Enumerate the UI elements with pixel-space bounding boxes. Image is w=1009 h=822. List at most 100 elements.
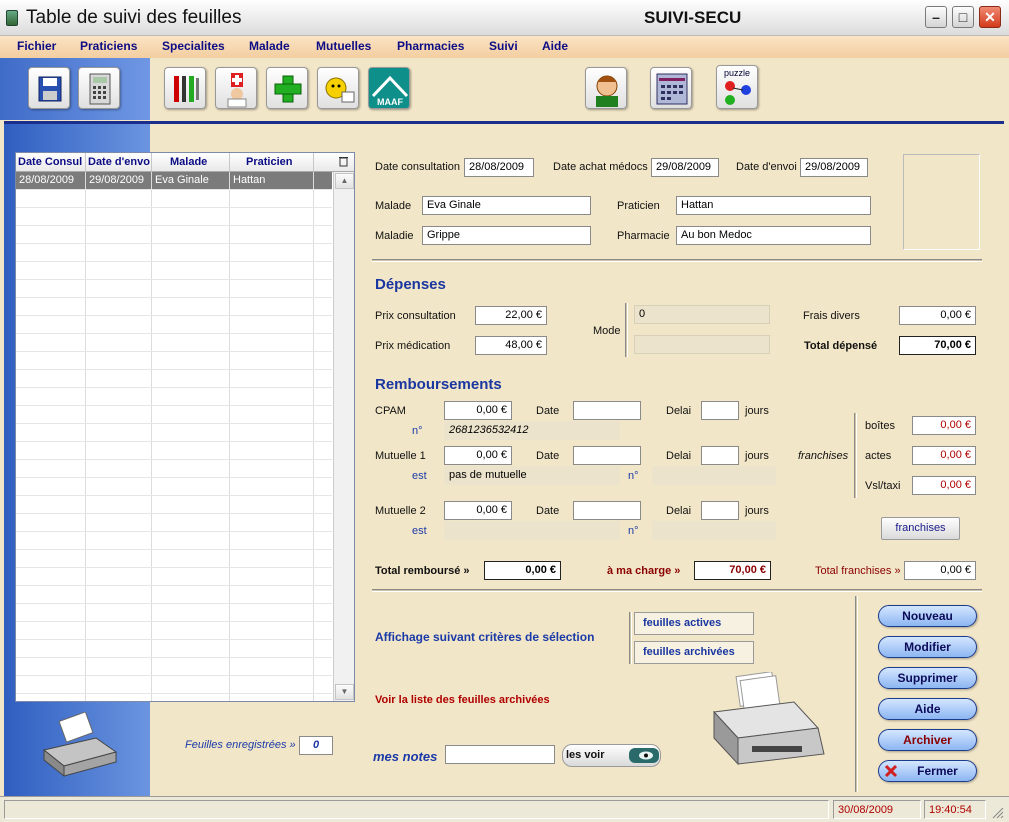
contact-button[interactable]: [585, 67, 627, 109]
feuilles-archivees-button[interactable]: feuilles archivées: [634, 641, 754, 664]
resize-grip-icon[interactable]: [990, 805, 1004, 819]
doctor-button[interactable]: [215, 67, 257, 109]
printer-left-icon[interactable]: [36, 711, 122, 784]
pharmacie-field[interactable]: Au bon Medoc: [676, 226, 871, 245]
puzzle-button[interactable]: puzzle: [716, 65, 758, 109]
prix-medication-field[interactable]: 48,00 €: [475, 336, 547, 355]
toolbar-divider: [4, 121, 1004, 124]
mutuelle1-name-field[interactable]: pas de mutuelle: [444, 466, 620, 485]
mutuelle1-date-field[interactable]: [573, 446, 641, 465]
scroll-up-arrow[interactable]: ▲: [335, 173, 354, 189]
table-row[interactable]: 28/08/2009 29/08/2009 Eva Ginale Hattan: [16, 172, 332, 189]
save-button[interactable]: [28, 67, 70, 109]
les-voir-button[interactable]: les voir: [562, 744, 661, 767]
menu-aide[interactable]: Aide: [542, 39, 568, 53]
cpam-delai-field[interactable]: [701, 401, 739, 420]
grid-row-line: [16, 243, 332, 244]
cpam-jours-label: jours: [745, 405, 769, 417]
grid-scrollbar[interactable]: ▲ ▼: [333, 172, 354, 701]
grid-row-line: [16, 297, 332, 298]
grid-header-praticien[interactable]: Praticien: [230, 153, 314, 172]
feuilles-grid[interactable]: Date Consul Date d'envo Malade Praticien…: [15, 152, 355, 702]
feuilles-actives-button[interactable]: feuilles actives: [634, 612, 754, 635]
praticien-field[interactable]: Hattan: [676, 196, 871, 215]
grid-header-date-envoi[interactable]: Date d'envo: [86, 153, 152, 172]
mutuelle1-numero-label: n°: [628, 470, 639, 482]
frais-divers-field[interactable]: 0,00 €: [899, 306, 976, 325]
menu-fichier[interactable]: Fichier: [17, 39, 56, 53]
mutuelle2-numero-field[interactable]: [652, 521, 776, 540]
prix-consultation-field[interactable]: 22,00 €: [475, 306, 547, 325]
grid-row-line: [16, 423, 332, 424]
grid-row-line: [16, 207, 332, 208]
menu-pharmacies[interactable]: Pharmacies: [397, 39, 464, 53]
cpam-numero-field[interactable]: 2681236532412: [444, 421, 620, 440]
tools-button[interactable]: [164, 67, 206, 109]
mutuelle1-delai-field[interactable]: [701, 446, 739, 465]
grid-row-line: [16, 441, 332, 442]
voir-archivees-link[interactable]: Voir la liste des feuilles archivées: [375, 694, 550, 706]
franchises-button[interactable]: franchises: [881, 517, 960, 540]
menu-mutuelles[interactable]: Mutuelles: [316, 39, 371, 53]
a-ma-charge-field: 70,00 €: [694, 561, 771, 580]
mode-detail-field[interactable]: [634, 335, 770, 354]
notes-input[interactable]: [445, 745, 555, 764]
grid-row-line: [16, 621, 332, 622]
archiver-button[interactable]: Archiver: [878, 729, 977, 751]
date-achat-field[interactable]: 29/08/2009: [651, 158, 719, 177]
aide-button[interactable]: Aide: [878, 698, 977, 720]
mutuelle2-est-label: est: [412, 525, 427, 537]
grid-row-line: [16, 513, 332, 514]
date-consultation-field[interactable]: 28/08/2009: [464, 158, 534, 177]
grid-row-line: [16, 315, 332, 316]
cpam-date-field[interactable]: [573, 401, 641, 420]
close-window-button[interactable]: ✕: [979, 6, 1001, 28]
menu-malade[interactable]: Malade: [249, 39, 290, 53]
total-franchises-field: 0,00 €: [904, 561, 976, 580]
grid-row-line: [16, 333, 332, 334]
feuilles-enregistrees-label: Feuilles enregistrées »: [185, 739, 296, 751]
patient-button[interactable]: [317, 67, 359, 109]
maladie-field[interactable]: Grippe: [422, 226, 591, 245]
menu-suivi[interactable]: Suivi: [489, 39, 518, 53]
fermer-button[interactable]: Fermer: [878, 760, 977, 782]
nouveau-button[interactable]: Nouveau: [878, 605, 977, 627]
pharmacy-button[interactable]: [266, 67, 308, 109]
mutuelle2-delai-label: Delai: [666, 505, 692, 517]
mutuelle1-amount-field[interactable]: 0,00 €: [444, 446, 512, 465]
grid-column-divider: [313, 172, 314, 701]
mutuelle1-numero-field[interactable]: [652, 466, 776, 485]
cpam-amount-field[interactable]: 0,00 €: [444, 401, 512, 420]
grid-header-delete[interactable]: [314, 153, 354, 172]
grid-header-date-consultation[interactable]: Date Consul: [16, 153, 86, 172]
mutuelle2-delai-field[interactable]: [701, 501, 739, 520]
modifier-button[interactable]: Modifier: [878, 636, 977, 658]
mutuelle2-amount-field[interactable]: 0,00 €: [444, 501, 512, 520]
actes-field[interactable]: 0,00 €: [912, 446, 976, 465]
mutuelle1-label: Mutuelle 1: [375, 450, 426, 462]
calculator-button[interactable]: [78, 67, 120, 109]
supprimer-button[interactable]: Supprimer: [878, 667, 977, 689]
mode-field[interactable]: 0: [634, 305, 770, 324]
mutuelle1-jours-label: jours: [745, 450, 769, 462]
date-envoi-field[interactable]: 29/08/2009: [800, 158, 868, 177]
maximize-button[interactable]: □: [952, 6, 974, 28]
app-icon: [6, 10, 18, 26]
mutuelle2-date-field[interactable]: [573, 501, 641, 520]
printer-icon[interactable]: [708, 671, 832, 776]
grid-cell-date-envoi: 29/08/2009: [89, 174, 145, 186]
menu-praticiens[interactable]: Praticiens: [80, 39, 137, 53]
vsl-taxi-field[interactable]: 0,00 €: [912, 476, 976, 495]
calendar-button[interactable]: [650, 67, 692, 109]
mode-divider: [625, 303, 628, 357]
malade-field[interactable]: Eva Ginale: [422, 196, 591, 215]
scroll-down-arrow[interactable]: ▼: [335, 684, 354, 700]
grid-header-malade[interactable]: Malade: [152, 153, 230, 172]
boites-field[interactable]: 0,00 €: [912, 416, 976, 435]
a-ma-charge-label: à ma charge »: [607, 565, 681, 577]
menu-specialites[interactable]: Specialites: [162, 39, 225, 53]
minimize-button[interactable]: –: [925, 6, 947, 28]
mutuelle2-name-field[interactable]: [444, 521, 620, 540]
mutuelle2-date-label: Date: [536, 505, 560, 517]
maaf-button[interactable]: MAAF: [368, 67, 410, 109]
